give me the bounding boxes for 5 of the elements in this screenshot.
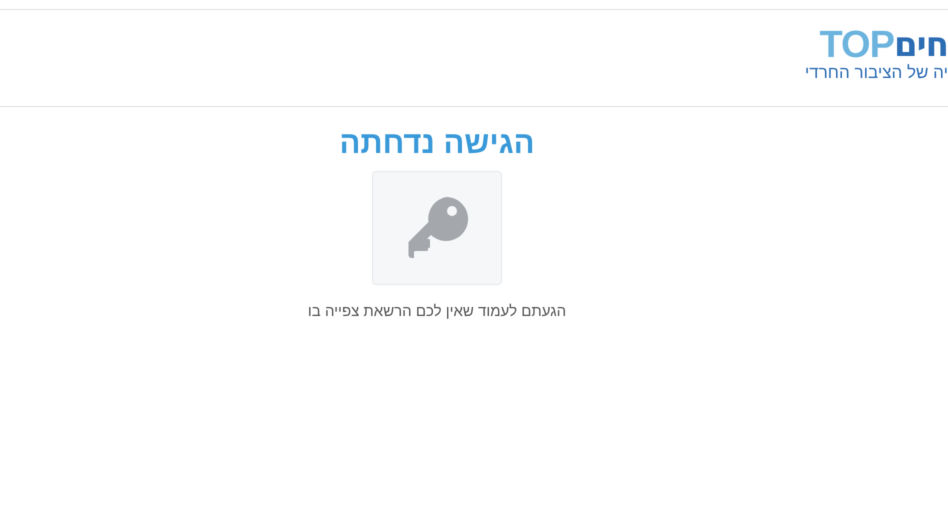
logo-text: TOP <box>820 27 894 63</box>
logo-text: חים <box>894 27 948 63</box>
logo-tagline: יה של הציבור החרדי <box>804 63 948 83</box>
message-text: הגעתם לעמוד שאין לכם הרשאת צפייה בו <box>308 303 566 320</box>
page-title: הגישה נדחתה <box>339 125 535 161</box>
